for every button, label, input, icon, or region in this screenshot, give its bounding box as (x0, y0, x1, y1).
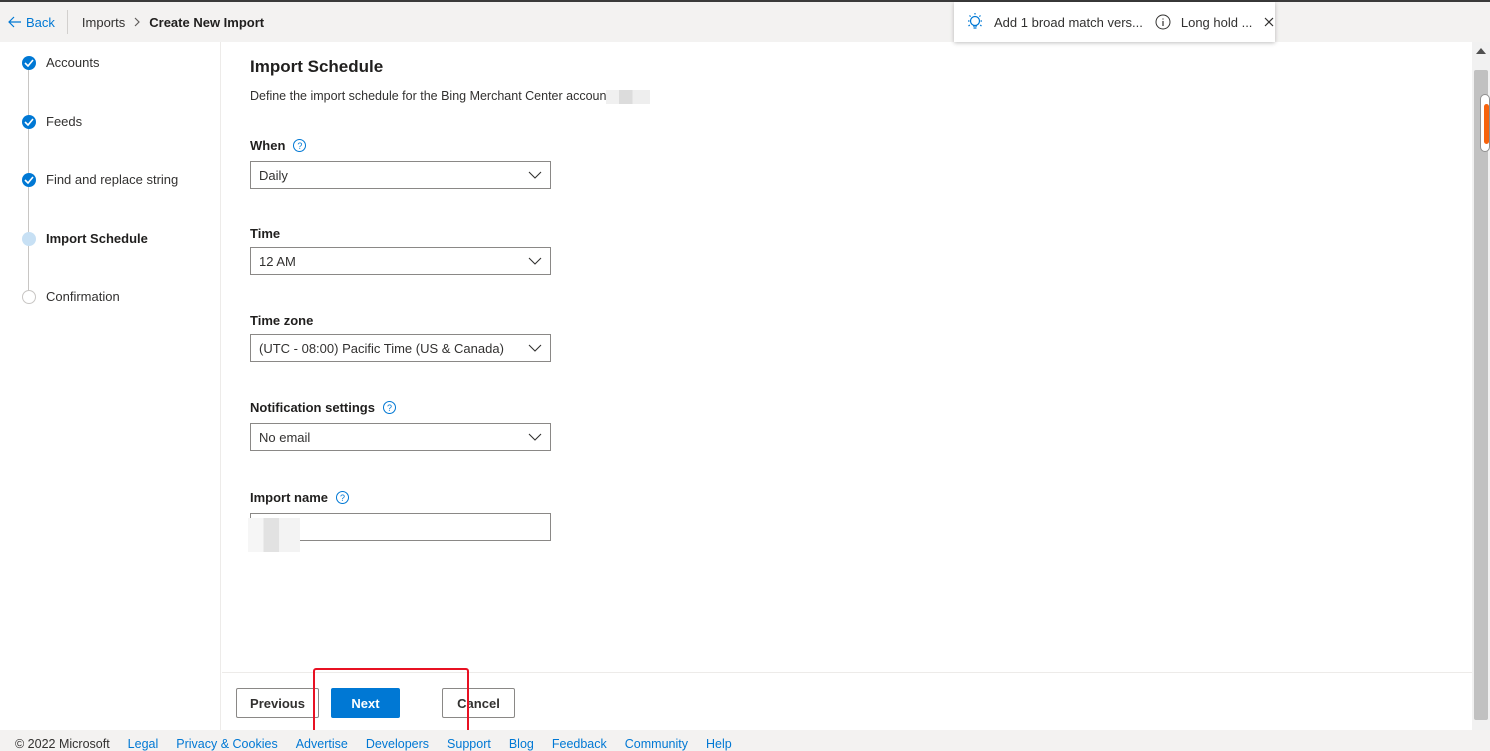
current-step-indicator (22, 231, 36, 246)
help-icon[interactable]: ? (293, 139, 307, 152)
checkmark-icon (22, 55, 36, 70)
step-label: Feeds (46, 114, 83, 129)
toast-secondary[interactable]: Long hold ... (1181, 15, 1253, 30)
checkmark-icon (22, 172, 36, 187)
step-import-schedule[interactable]: Import Schedule (22, 231, 148, 246)
redacted-text (248, 518, 300, 552)
step-accounts[interactable]: Accounts (22, 55, 99, 70)
step-label: Confirmation (46, 289, 120, 304)
breadcrumb-current: Create New Import (149, 14, 265, 30)
notification-dropdown[interactable]: No email (250, 423, 551, 451)
when-label-text: When (250, 138, 286, 153)
previous-button[interactable]: Previous (236, 688, 319, 718)
when-label: When ? (250, 138, 307, 153)
pending-step-indicator (22, 289, 36, 304)
close-icon[interactable] (1264, 17, 1274, 27)
when-dropdown[interactable]: Daily (250, 161, 551, 189)
timezone-dropdown[interactable]: (UTC - 08:00) Pacific Time (US & Canada) (250, 334, 551, 362)
step-find-replace[interactable]: Find and replace string (22, 172, 178, 187)
toast-message[interactable]: Add 1 broad match vers... (994, 15, 1143, 30)
page-footer: © 2022 Microsoft Legal Privacy & Cookies… (0, 730, 1490, 751)
next-button[interactable]: Next (331, 688, 400, 718)
arrow-left-icon (8, 16, 21, 28)
footer-link-advertise[interactable]: Advertise (296, 737, 348, 751)
back-button[interactable]: Back (8, 15, 55, 30)
subtitle-text: Define the import schedule for the Bing … (250, 89, 607, 103)
notification-label: Notification settings ? (250, 400, 396, 415)
step-confirmation[interactable]: Confirmation (22, 289, 120, 304)
checkmark-icon (22, 114, 36, 129)
footer-link-support[interactable]: Support (447, 737, 491, 751)
step-label: Find and replace string (46, 172, 179, 187)
footer-link-blog[interactable]: Blog (509, 737, 534, 751)
when-value: Daily (259, 167, 288, 183)
redacted-text (606, 89, 651, 104)
import-name-label-text: Import name (250, 490, 329, 505)
scroll-track[interactable] (1474, 70, 1488, 720)
footer-link-feedback[interactable]: Feedback (552, 737, 607, 751)
time-label: Time (250, 226, 280, 241)
footer-link-legal[interactable]: Legal (128, 737, 159, 751)
time-dropdown[interactable]: 12 AM (250, 247, 551, 275)
cancel-button[interactable]: Cancel (442, 688, 515, 718)
back-label: Back (26, 14, 55, 30)
breadcrumb-imports[interactable]: Imports (82, 15, 125, 30)
scrollbar[interactable] (1472, 42, 1490, 730)
footer-link-privacy[interactable]: Privacy & Cookies (176, 737, 277, 751)
help-icon[interactable]: ? (382, 401, 396, 414)
import-name-label: Import name ? (250, 490, 350, 505)
notification-toast: Add 1 broad match vers... Long hold ... (954, 2, 1275, 42)
chevron-down-icon (528, 344, 542, 352)
footer-link-community[interactable]: Community (625, 737, 688, 751)
time-label-text: Time (250, 226, 281, 241)
timezone-label: Time zone (250, 313, 313, 328)
main-content: Import Schedule Define the import schedu… (222, 42, 1472, 672)
step-label: Import Schedule (46, 231, 148, 246)
notification-value: No email (259, 429, 311, 445)
timezone-label-text: Time zone (250, 313, 314, 328)
step-label: Accounts (46, 55, 100, 70)
info-icon (1155, 14, 1171, 30)
footer-link-help[interactable]: Help (706, 737, 732, 751)
time-value: 12 AM (259, 253, 296, 269)
notification-label-text: Notification settings (250, 400, 375, 415)
timezone-value: (UTC - 08:00) Pacific Time (US & Canada) (259, 340, 504, 356)
chevron-right-icon (133, 16, 141, 28)
scroll-up-arrow-icon[interactable] (1476, 48, 1486, 54)
scroll-thumb-accent (1484, 104, 1489, 144)
help-icon[interactable]: ? (336, 491, 350, 504)
page-title: Import Schedule (250, 57, 384, 76)
lightbulb-icon (966, 12, 984, 32)
copyright: © 2022 Microsoft (15, 737, 110, 751)
action-bar: Previous Next Cancel (222, 672, 1472, 730)
step-feeds[interactable]: Feeds (22, 114, 82, 129)
page-subtitle: Define the import schedule for the Bing … (250, 89, 651, 104)
wizard-steps: Accounts Feeds Find and replace string I… (0, 42, 221, 730)
chevron-down-icon (528, 171, 542, 179)
chevron-down-icon (528, 257, 542, 265)
divider (66, 10, 68, 34)
footer-link-developers[interactable]: Developers (366, 737, 429, 751)
chevron-down-icon (528, 433, 542, 441)
